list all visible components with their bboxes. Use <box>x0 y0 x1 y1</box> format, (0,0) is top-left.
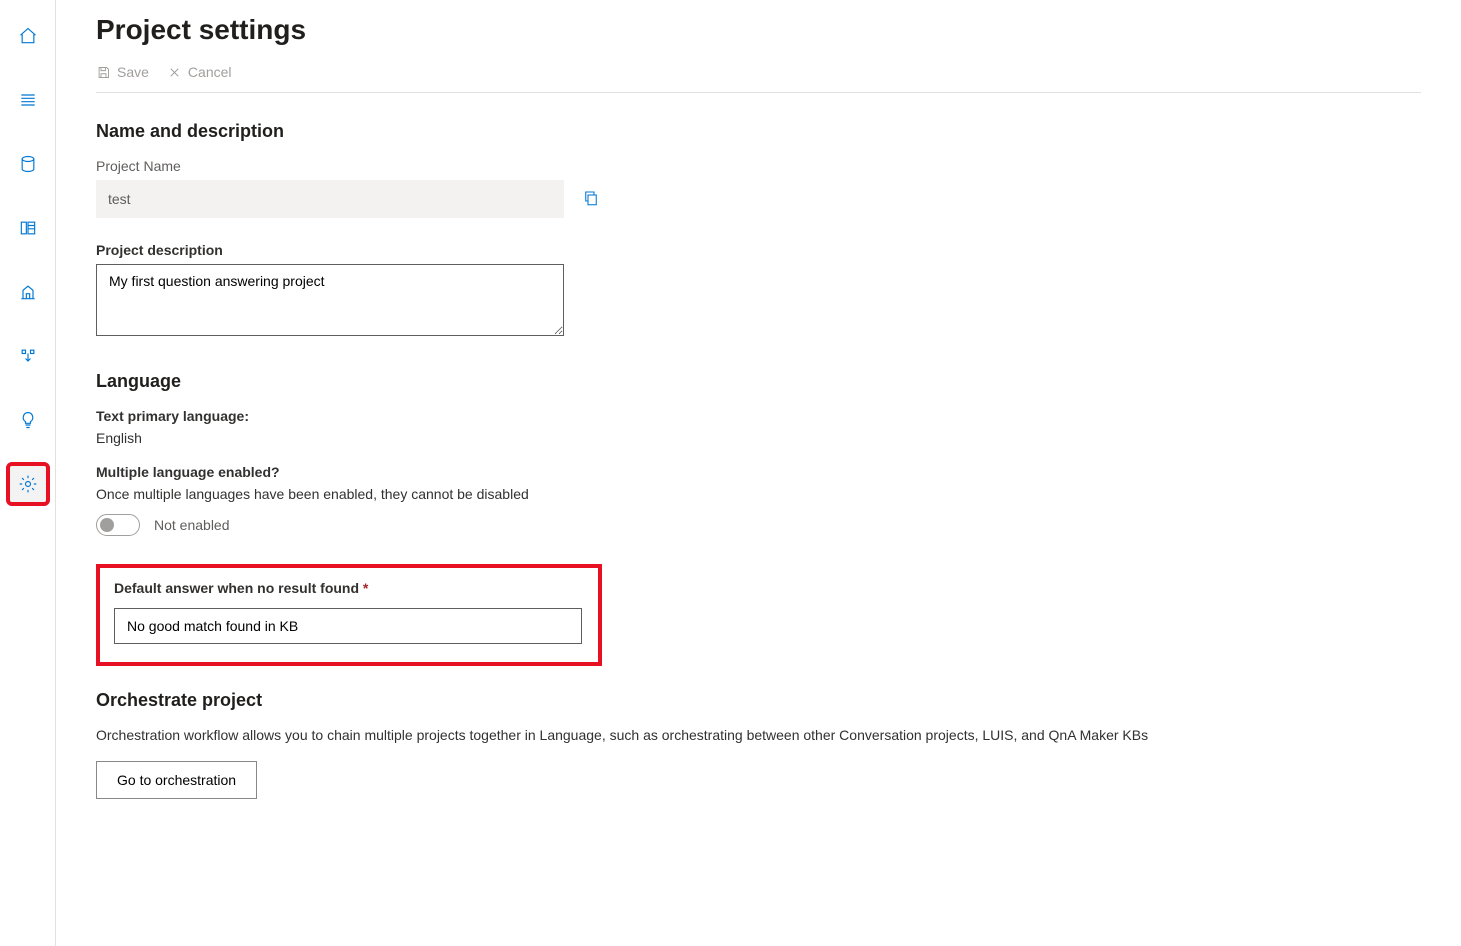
project-description-field[interactable] <box>96 264 564 336</box>
sidebar-item-library[interactable] <box>10 210 46 246</box>
go-to-orchestration-button[interactable]: Go to orchestration <box>96 761 257 799</box>
copy-project-name-button[interactable] <box>582 189 600 210</box>
default-answer-label: Default answer when no result found * <box>114 580 584 596</box>
project-name-label: Project Name <box>96 158 1421 174</box>
deploy-icon <box>18 346 38 366</box>
lightbulb-icon <box>18 410 38 430</box>
toggle-knob <box>100 518 114 532</box>
save-button[interactable]: Save <box>96 64 149 80</box>
cancel-button[interactable]: Cancel <box>167 64 232 80</box>
multi-language-label: Multiple language enabled? <box>96 464 1421 480</box>
sidebar-item-deploy[interactable] <box>10 338 46 374</box>
multi-language-toggle[interactable] <box>96 514 140 536</box>
save-icon <box>96 65 111 80</box>
library-icon <box>18 218 38 238</box>
sidebar-item-improve[interactable] <box>10 274 46 310</box>
orchestrate-description: Orchestration workflow allows you to cha… <box>96 727 1421 743</box>
sidebar-item-home[interactable] <box>10 18 46 54</box>
toolbar: Save Cancel <box>96 64 1421 93</box>
page-title: Project settings <box>96 14 1421 46</box>
multi-language-toggle-label: Not enabled <box>154 517 230 533</box>
default-answer-field[interactable] <box>114 608 582 644</box>
sidebar-item-list[interactable] <box>10 82 46 118</box>
sidebar-item-database[interactable] <box>10 146 46 182</box>
project-description-label: Project description <box>96 242 1421 258</box>
save-label: Save <box>117 64 149 80</box>
orchestrate-heading: Orchestrate project <box>96 690 1421 711</box>
close-icon <box>167 65 182 80</box>
sidebar <box>0 0 56 946</box>
primary-language-label: Text primary language: <box>96 408 1421 424</box>
main-content: Project settings Save Cancel Name and de… <box>56 0 1461 946</box>
default-answer-section: Default answer when no result found * <box>96 564 602 666</box>
multi-language-helper: Once multiple languages have been enable… <box>96 486 1421 502</box>
building-icon <box>18 282 38 302</box>
copy-icon <box>582 189 600 207</box>
cancel-label: Cancel <box>188 64 232 80</box>
sidebar-item-settings[interactable] <box>10 466 46 502</box>
list-icon <box>18 90 38 110</box>
gear-icon <box>18 474 38 494</box>
sidebar-item-suggestions[interactable] <box>10 402 46 438</box>
database-icon <box>18 154 38 174</box>
primary-language-value: English <box>96 430 1421 446</box>
home-icon <box>18 26 38 46</box>
required-asterisk: * <box>363 580 368 596</box>
project-name-field <box>96 180 564 218</box>
language-heading: Language <box>96 371 1421 392</box>
name-desc-heading: Name and description <box>96 121 1421 142</box>
